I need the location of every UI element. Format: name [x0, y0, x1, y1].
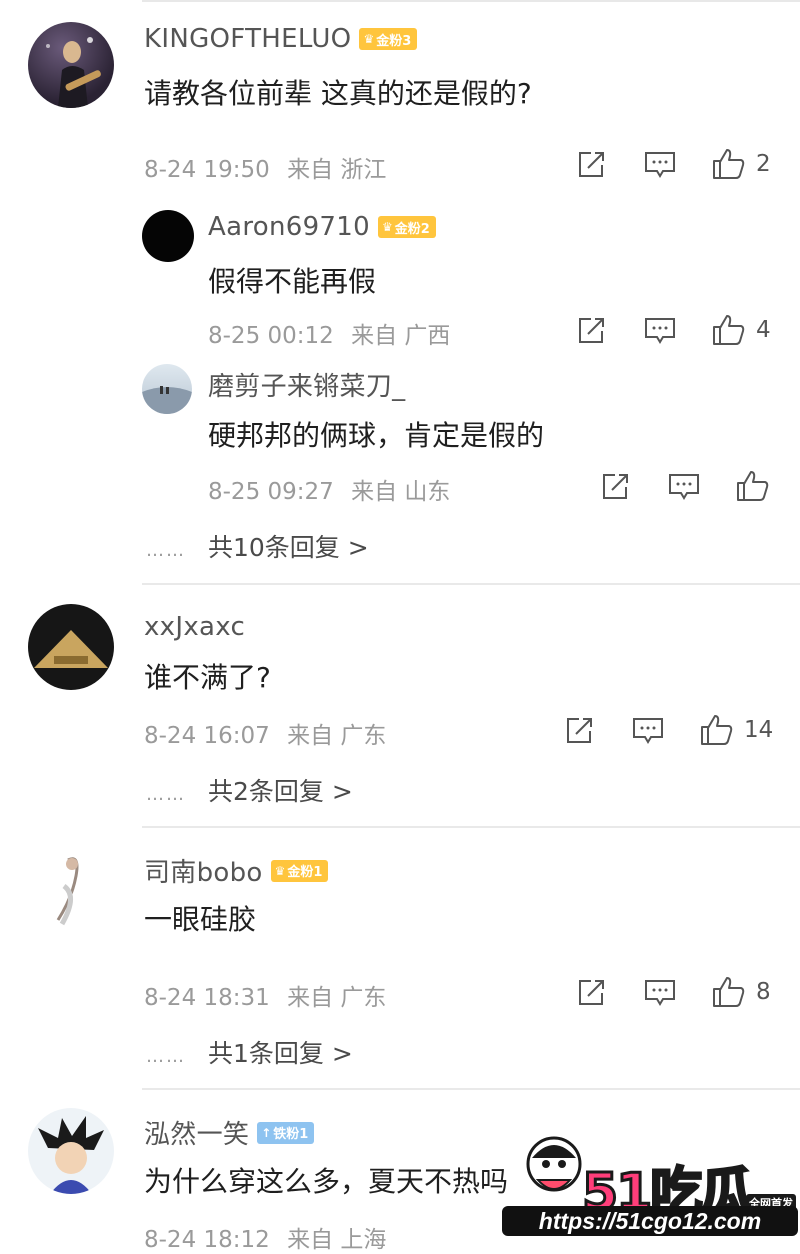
badge-icon: ♛: [363, 32, 375, 46]
avatar[interactable]: [28, 604, 114, 690]
reply-button[interactable]: [668, 472, 700, 502]
badge-icon: ♛: [274, 863, 286, 878]
watermark-url: https://51cgo12.com: [502, 1206, 798, 1236]
share-icon: [603, 474, 628, 499]
comment-icon: [633, 718, 663, 744]
view-more-replies[interactable]: …… 共1条回复 >: [146, 1034, 353, 1070]
reply-username[interactable]: 磨剪子来锵菜刀_: [208, 366, 405, 403]
share-button[interactable]: [576, 978, 606, 1008]
like-count: 8: [756, 979, 771, 1005]
badge-icon: ♛: [381, 220, 393, 234]
like-button[interactable]: 2: [712, 148, 771, 180]
comment-text: 一眼硅胶: [144, 903, 257, 936]
comment-username[interactable]: 司南bobo ♛ 金粉1: [144, 852, 329, 889]
reply-avatar[interactable]: [142, 210, 194, 262]
like-count: 14: [744, 717, 774, 743]
comment-username[interactable]: xxJxaxc: [144, 612, 245, 642]
avatar-image: [34, 630, 108, 668]
share-icon: [579, 318, 604, 343]
top-divider: [142, 0, 800, 2]
avatar-image: [38, 1116, 104, 1194]
avatar-image: [46, 37, 101, 108]
reply-button[interactable]: [644, 316, 676, 346]
comment-icon: [669, 474, 699, 500]
share-button[interactable]: [576, 316, 606, 346]
avatar-image: [142, 386, 192, 414]
fan-badge: ↑ 铁粉1: [257, 1121, 315, 1144]
comment-icon: [645, 318, 675, 344]
comment-meta: 8-24 18:31 来自 广东: [144, 985, 387, 1011]
comment-username[interactable]: KINGOFTHELUO ♛ 金粉3: [144, 24, 418, 54]
mascot-icon: [526, 1136, 582, 1192]
fan-badge: ♛ 金粉3: [359, 28, 418, 50]
view-more-replies[interactable]: …… 共2条回复 >: [146, 772, 353, 808]
view-more-replies[interactable]: …… 共10条回复 >: [146, 528, 369, 564]
reply-username[interactable]: Aaron69710 ♛ 金粉2: [208, 212, 436, 242]
share-button[interactable]: [576, 150, 606, 180]
like-button[interactable]: 14: [700, 714, 773, 746]
like-icon: [713, 977, 745, 1007]
badge-icon: ↑: [261, 1125, 272, 1140]
like-icon: [713, 315, 745, 345]
reply-avatar[interactable]: [142, 364, 192, 414]
share-button[interactable]: [564, 716, 594, 746]
like-count: 4: [756, 317, 771, 343]
comment-meta: 8-24 16:07 来自 广东: [144, 723, 387, 749]
like-icon: [701, 715, 733, 745]
comment-username[interactable]: 泓然一笑 ↑ 铁粉1: [144, 1114, 315, 1151]
share-icon: [579, 980, 604, 1005]
avatar[interactable]: [28, 1108, 114, 1194]
comment-icon: [645, 152, 675, 178]
reply-text: 硬邦邦的俩球，肯定是假的: [208, 419, 545, 452]
reply-meta: 8-25 00:12 来自 广西: [208, 323, 451, 349]
comment-meta: 8-24 19:50 来自 浙江: [144, 157, 387, 183]
like-icon: [737, 471, 769, 501]
fan-badge: ♛ 金粉2: [377, 216, 436, 238]
avatar[interactable]: [28, 846, 114, 932]
reply-button[interactable]: [644, 978, 676, 1008]
share-icon: [579, 152, 604, 177]
watermark: 51吃瓜 全网首发 https://51cgo12.com: [502, 1128, 798, 1240]
reply-button[interactable]: [644, 150, 676, 180]
like-count: 2: [756, 151, 771, 177]
reply-text: 假得不能再假: [208, 265, 377, 298]
reply-button[interactable]: [632, 716, 664, 746]
divider: [142, 583, 800, 585]
share-button[interactable]: [600, 472, 630, 502]
fan-badge: ♛ 金粉1: [270, 859, 329, 882]
divider: [142, 1088, 800, 1090]
comment-text: 为什么穿这么多，夏天不热吗: [144, 1165, 509, 1198]
like-button[interactable]: [736, 470, 770, 502]
reply-meta: 8-25 09:27 来自 山东: [208, 479, 451, 505]
like-icon: [713, 149, 745, 179]
like-button[interactable]: 8: [712, 976, 771, 1008]
comment-icon: [645, 980, 675, 1006]
like-button[interactable]: 4: [712, 314, 771, 346]
avatar[interactable]: [28, 22, 114, 108]
avatar-image: [56, 857, 79, 926]
comment-meta: 8-24 18:12 来自 上海: [144, 1227, 387, 1253]
divider: [142, 826, 800, 828]
comment-text: 请教各位前辈 这真的还是假的?: [144, 77, 532, 110]
comment-text: 谁不满了?: [144, 661, 271, 694]
share-icon: [567, 718, 592, 743]
